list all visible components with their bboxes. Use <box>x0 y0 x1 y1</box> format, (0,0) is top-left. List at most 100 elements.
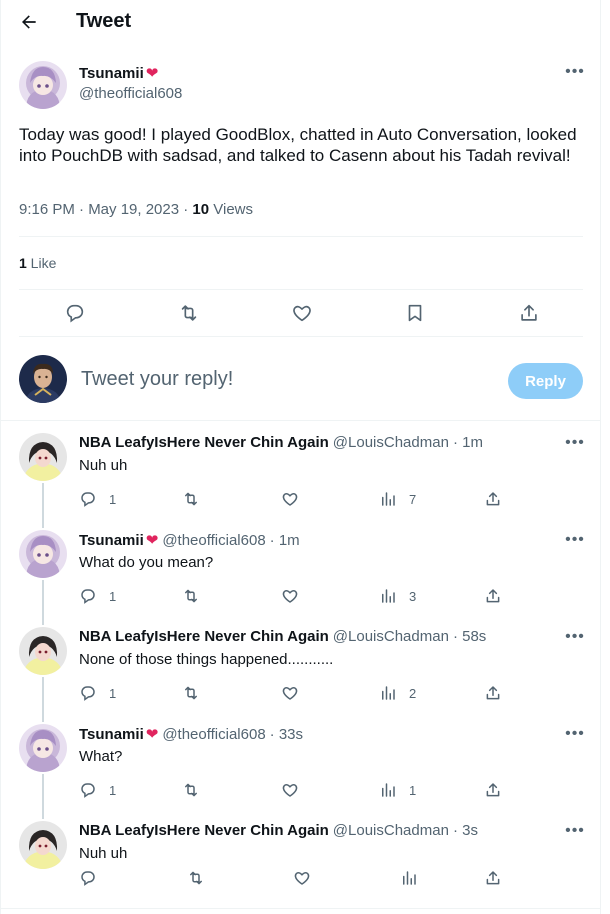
heart-badge-icon: ❤ <box>145 65 159 82</box>
retweet-button[interactable] <box>182 489 200 509</box>
back-button[interactable] <box>17 10 41 34</box>
retweet-button[interactable] <box>182 780 200 800</box>
views-count: 2 <box>409 685 417 701</box>
reply-count: 1 <box>109 588 117 604</box>
tweet-text: Today was good! I played GoodBlox, chatt… <box>19 125 577 165</box>
reply-author-name[interactable]: NBA LeafyIsHere Never Chin Again <box>79 434 329 451</box>
reply-author-handle[interactable]: @theofficial608 <box>162 532 265 549</box>
likes-summary[interactable]: 1 Like <box>19 255 56 271</box>
author-info: Tsunamii ❤ @theofficial608 <box>79 64 182 103</box>
divider <box>1 908 600 909</box>
share-icon <box>484 587 502 605</box>
share-button[interactable] <box>484 489 502 509</box>
like-button[interactable] <box>293 868 311 888</box>
retweet-icon <box>182 490 200 508</box>
views-button[interactable]: 7 <box>379 489 416 509</box>
views-button[interactable]: 2 <box>379 683 416 703</box>
reply-author-handle[interactable]: @theofficial608 <box>162 726 265 743</box>
views-icon <box>379 490 397 508</box>
views-icon <box>379 587 397 605</box>
more-icon[interactable]: ••• <box>563 821 587 841</box>
reply-input[interactable]: Tweet your reply! <box>81 368 233 391</box>
reply-icon <box>64 302 86 324</box>
reply-icon <box>79 490 97 508</box>
reply-button[interactable]: 1 <box>79 683 116 703</box>
reply-button[interactable]: 1 <box>79 586 116 606</box>
reply-avatar[interactable] <box>19 433 67 481</box>
reply-avatar[interactable] <box>19 821 67 869</box>
bookmark-button[interactable] <box>400 298 430 328</box>
heart-icon <box>291 302 313 324</box>
reply-text: Nuh uh <box>79 457 128 474</box>
current-user-avatar[interactable] <box>19 355 67 403</box>
author-name[interactable]: Tsunamii <box>79 65 144 82</box>
reply-author-name[interactable]: Tsunamii <box>79 532 144 549</box>
share-button[interactable] <box>484 868 502 888</box>
retweet-icon <box>182 587 200 605</box>
like-button[interactable] <box>287 298 317 328</box>
more-icon[interactable]: ••• <box>563 724 587 744</box>
share-button[interactable] <box>484 586 502 606</box>
reply-time[interactable]: · 58s <box>453 628 486 645</box>
reply-author-name[interactable]: NBA LeafyIsHere Never Chin Again <box>79 822 329 839</box>
reply-avatar[interactable] <box>19 724 67 772</box>
author-avatar[interactable] <box>19 61 67 109</box>
likes-count: 1 <box>19 255 27 271</box>
more-icon[interactable]: ••• <box>563 627 587 647</box>
reply-author-handle[interactable]: @LouisChadman <box>333 822 449 839</box>
reply-text: None of those things happened........... <box>79 651 334 668</box>
heart-icon <box>281 684 299 702</box>
likes-label: Like <box>26 255 57 271</box>
reply-author-name[interactable]: NBA LeafyIsHere Never Chin Again <box>79 628 329 645</box>
like-button[interactable] <box>281 489 299 509</box>
like-button[interactable] <box>281 780 299 800</box>
views-icon <box>400 869 418 887</box>
divider <box>19 236 583 237</box>
reply-button[interactable]: 1 <box>79 489 116 509</box>
retweet-icon <box>182 781 200 799</box>
views-icon <box>379 684 397 702</box>
thread-connector <box>42 483 44 528</box>
more-icon[interactable]: ••• <box>563 433 587 453</box>
like-button[interactable] <box>281 683 299 703</box>
reply-time[interactable]: · 33s <box>270 726 303 743</box>
share-button[interactable] <box>484 683 502 703</box>
reply-header: NBA LeafyIsHere Never Chin Again @LouisC… <box>79 434 483 451</box>
retweet-icon <box>178 302 200 324</box>
views-count: 10 <box>192 201 210 218</box>
heart-icon <box>281 781 299 799</box>
reply-author-handle[interactable]: @LouisChadman <box>333 628 449 645</box>
retweet-button[interactable] <box>182 586 200 606</box>
retweet-button[interactable] <box>182 683 200 703</box>
reply-submit-button[interactable]: Reply <box>508 363 583 399</box>
reply-time[interactable]: · 1m <box>453 434 483 451</box>
divider <box>19 289 583 290</box>
views-label: Views <box>209 201 254 218</box>
divider <box>1 420 600 421</box>
more-icon[interactable]: ••• <box>563 62 587 82</box>
like-button[interactable] <box>281 586 299 606</box>
share-button[interactable] <box>514 298 544 328</box>
thread-connector <box>42 580 44 625</box>
views-button[interactable] <box>400 868 430 888</box>
reply-button[interactable] <box>79 868 109 888</box>
tweet-timestamp[interactable]: 9:16 PM · May 19, 2023 · <box>19 201 192 218</box>
reply-author-handle[interactable]: @LouisChadman <box>333 434 449 451</box>
views-button[interactable]: 1 <box>379 780 416 800</box>
reply-avatar[interactable] <box>19 627 67 675</box>
retweet-button[interactable] <box>174 298 204 328</box>
reply-button[interactable] <box>60 298 90 328</box>
retweet-button[interactable] <box>187 868 205 888</box>
author-handle[interactable]: @theofficial608 <box>79 85 182 102</box>
reply-author-name[interactable]: Tsunamii <box>79 726 144 743</box>
more-icon[interactable]: ••• <box>563 530 587 550</box>
reply-button[interactable]: 1 <box>79 780 116 800</box>
reply-time[interactable]: · 3s <box>453 822 478 839</box>
reply-text: Nuh uh <box>79 845 128 862</box>
views-count: 3 <box>409 588 417 604</box>
views-button[interactable]: 3 <box>379 586 416 606</box>
reply-time[interactable]: · 1m <box>270 532 300 549</box>
heart-badge-icon: ❤ <box>145 532 159 549</box>
reply-avatar[interactable] <box>19 530 67 578</box>
share-button[interactable] <box>484 780 502 800</box>
